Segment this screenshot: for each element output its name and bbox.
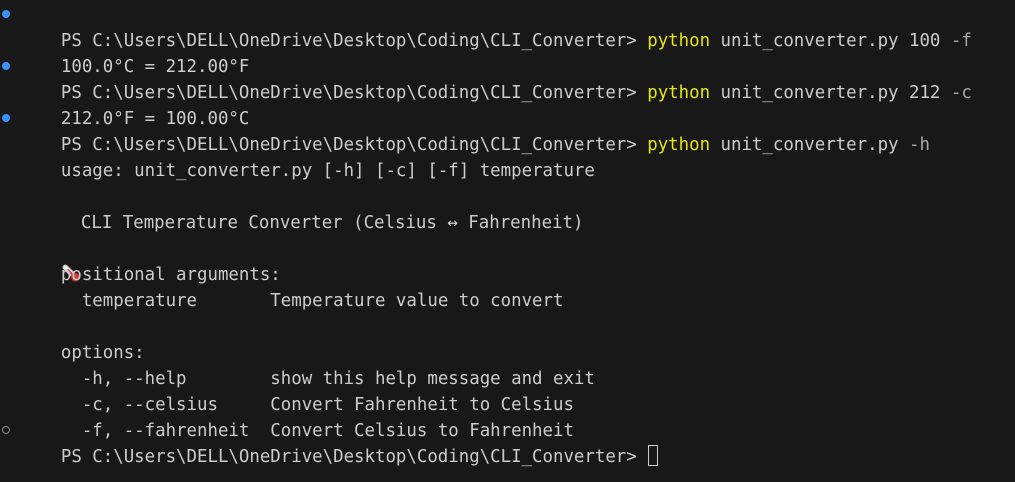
command-output: 100.0°C = 212.00°F [19, 28, 1015, 77]
active-prompt-line[interactable]: PS C:\Users\DELL\OneDrive\Desktop\Coding… [2, 418, 1015, 467]
success-status-icon[interactable] [2, 62, 10, 70]
command-output: 212.0°F = 100.00°C [19, 80, 1015, 129]
option-row: -f, --fahrenheit Convert Celsius to Fahr… [19, 392, 1015, 441]
terminal-panel[interactable]: PS C:\Users\DELL\OneDrive\Desktop\Coding… [0, 0, 1015, 482]
command-line: PS C:\Users\DELL\OneDrive\Desktop\Coding… [2, 2, 1015, 51]
option-row: -h, --help show this help message and ex… [19, 340, 1015, 389]
idle-status-icon[interactable] [2, 426, 10, 434]
positional-header: positional arguments: [19, 236, 1015, 285]
description-line: CLI Temperature Converter (Celsius ↔ Fah… [19, 184, 1015, 282]
argument-row: temperature Temperature value to convert [19, 262, 1015, 311]
command-line: PS C:\Users\DELL\OneDrive\Desktop\Coding… [2, 106, 1015, 155]
command-line: PS C:\Users\DELL\OneDrive\Desktop\Coding… [2, 54, 1015, 103]
usage-line: usage: unit_converter.py [-h] [-c] [-f] … [19, 132, 1015, 181]
success-status-icon[interactable] [2, 114, 10, 122]
option-row: -c, --celsius Convert Fahrenheit to Cels… [19, 366, 1015, 415]
text-cursor[interactable] [648, 445, 659, 466]
options-header: options: [19, 314, 1015, 363]
prompt-text: PS C:\Users\DELL\OneDrive\Desktop\Coding… [60, 447, 648, 467]
success-status-icon[interactable] [2, 10, 10, 18]
